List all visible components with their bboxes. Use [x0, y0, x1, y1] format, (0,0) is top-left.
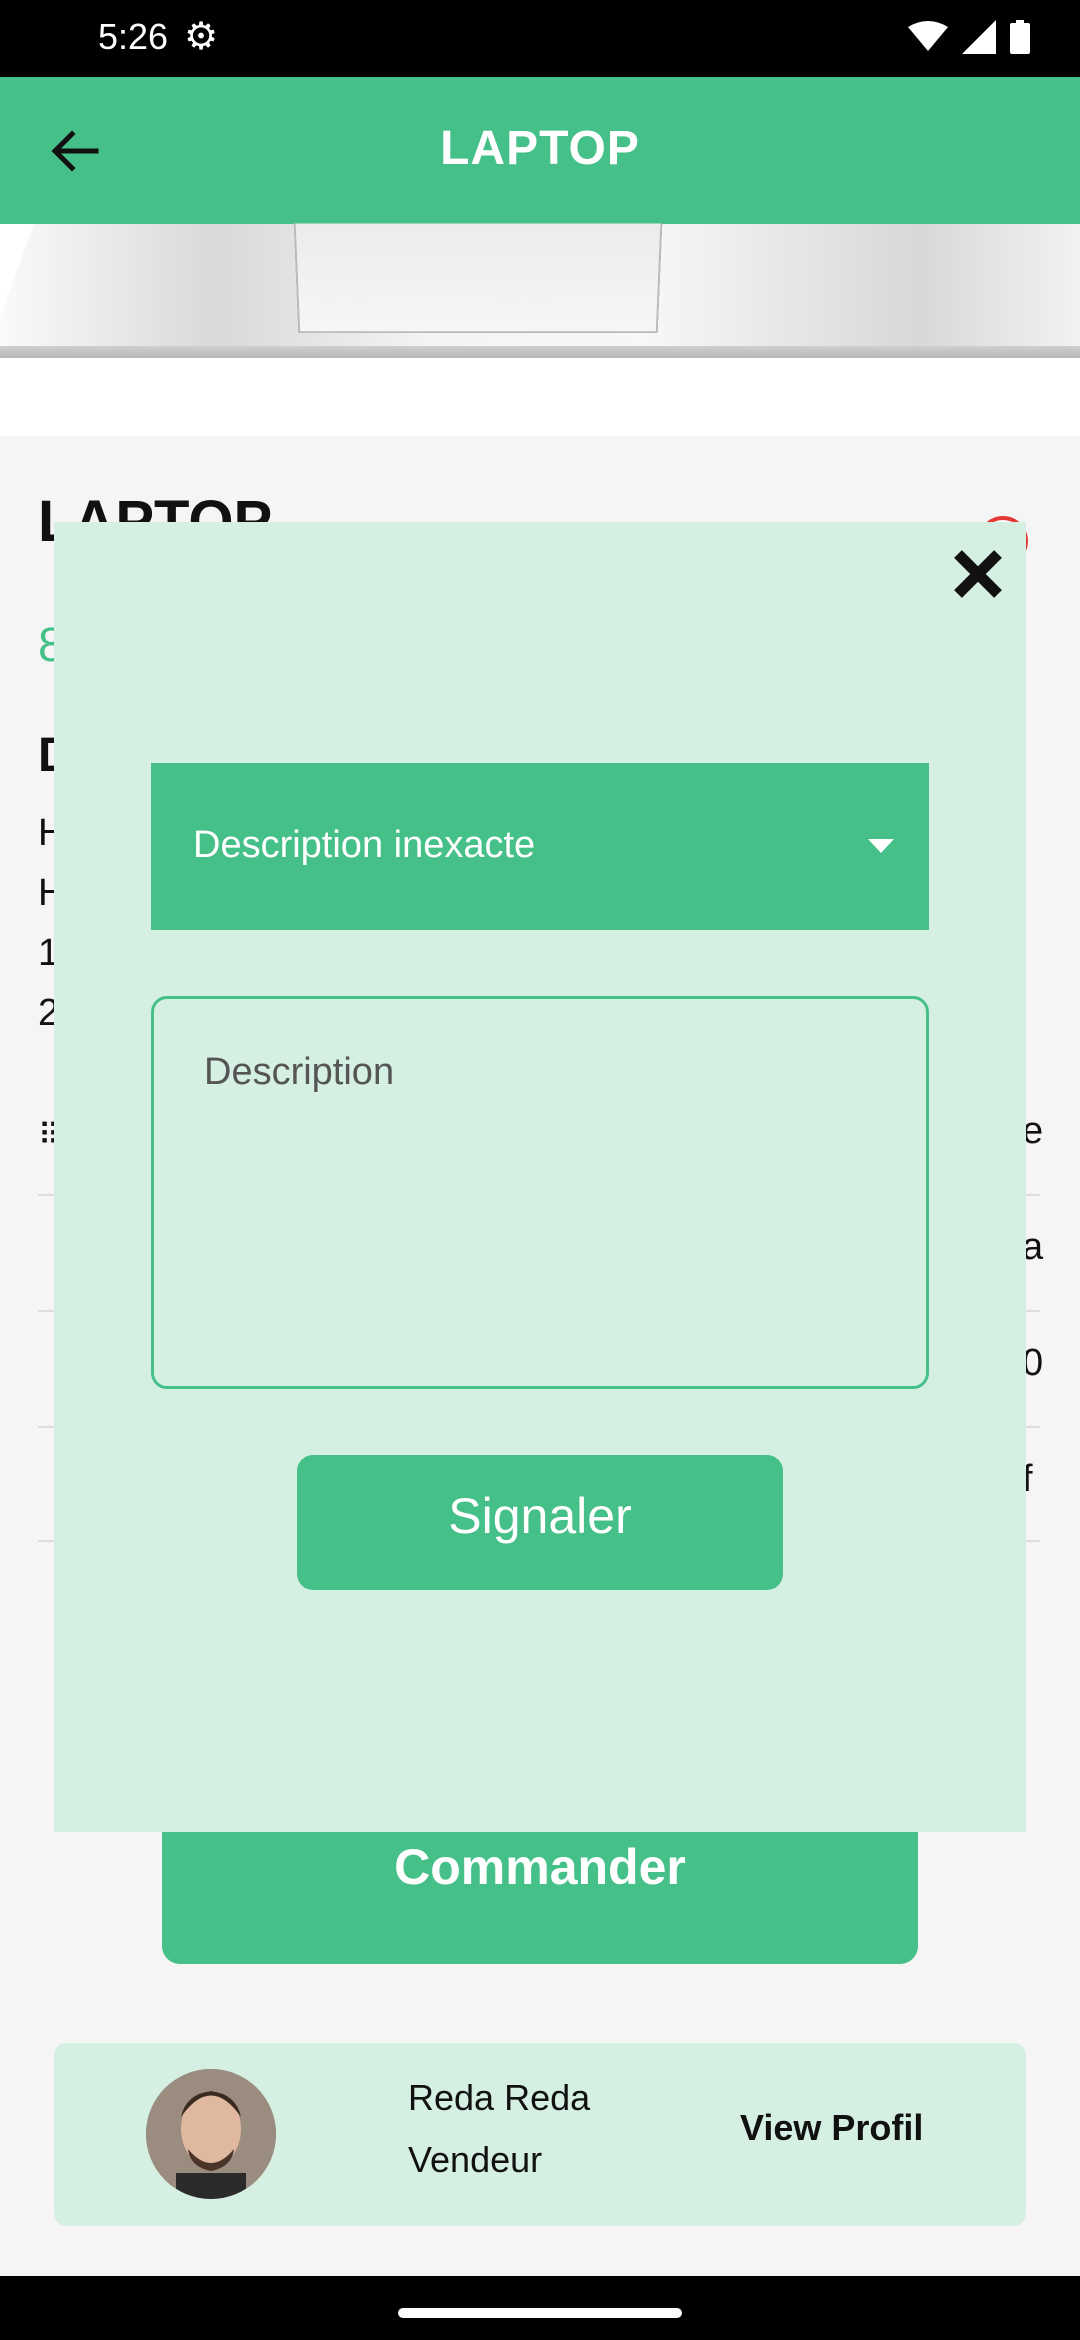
close-icon[interactable] [948, 544, 1008, 604]
report-submit-label: Signaler [448, 1488, 632, 1544]
image-bottom-band [0, 358, 1080, 436]
status-bar: 5:26 ⚙ [0, 0, 1080, 77]
signal-icon [962, 20, 996, 54]
report-reason-value: Description inexacte [193, 824, 536, 866]
order-button-label: Commander [394, 1839, 686, 1895]
seller-avatar [146, 2069, 276, 2199]
order-button[interactable]: Commander [162, 1810, 918, 1964]
view-profile-link[interactable]: View Profil [740, 2107, 923, 2149]
seller-card: Reda Reda Vendeur View Profil [54, 2043, 1026, 2226]
report-description-field[interactable]: Description [151, 996, 929, 1389]
home-gesture-handle[interactable] [398, 2308, 682, 2318]
laptop-image-lid [293, 223, 663, 334]
battery-icon [1010, 20, 1030, 54]
report-reason-dropdown[interactable]: Description inexacte [151, 763, 929, 930]
report-submit-button[interactable]: Signaler [297, 1455, 783, 1590]
page-title: LAPTOP [440, 122, 640, 175]
app-bar: LAPTOP [0, 77, 1080, 224]
product-image [0, 223, 1080, 358]
chevron-down-icon [868, 839, 894, 853]
settings-gear-icon: ⚙ [184, 14, 219, 58]
seller-role: Vendeur [408, 2139, 543, 2180]
report-dialog: Description inexacte Description Signale… [54, 522, 1026, 1832]
status-time: 5:26 [98, 16, 169, 57]
status-icons [908, 20, 1030, 54]
system-nav-bar [0, 2276, 1080, 2340]
description-placeholder: Description [204, 1051, 395, 1093]
seller-name: Reda Reda [408, 2077, 591, 2118]
laptop-image-base [0, 346, 1080, 358]
wifi-icon [908, 21, 948, 51]
